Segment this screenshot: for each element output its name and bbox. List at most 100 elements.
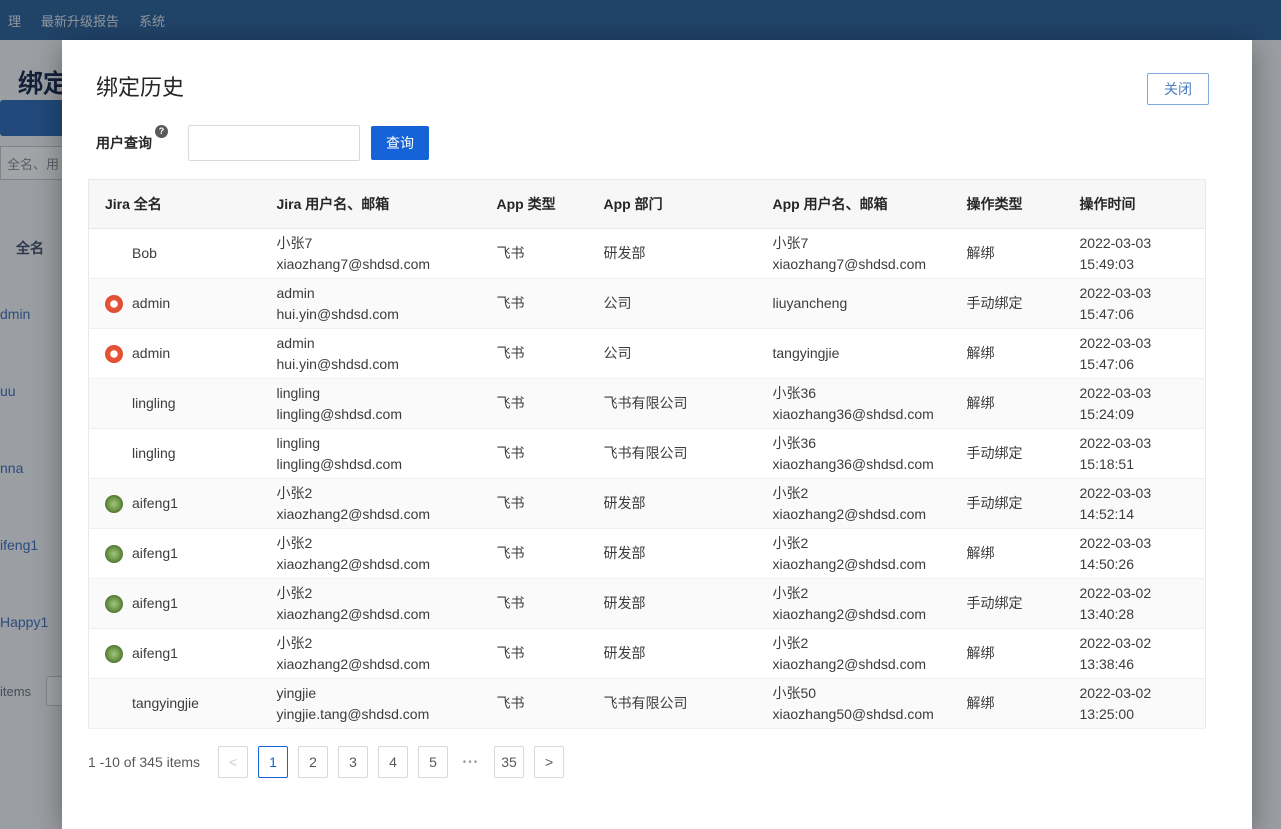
table-row: tangyingjie yingjie yingjie.tang@shdsd.c… <box>89 679 1206 729</box>
jira-username: 小张2 <box>277 583 465 604</box>
app-department: 飞书有限公司 <box>604 445 688 461</box>
page-button-5[interactable]: 5 <box>418 746 448 778</box>
user-search-label: 用户查询 <box>96 133 152 153</box>
operation-date: 2022-03-02 <box>1080 583 1190 604</box>
page-button-3[interactable]: 3 <box>338 746 368 778</box>
app-department: 研发部 <box>604 595 646 611</box>
operation-time: 15:18:51 <box>1080 454 1190 475</box>
jira-email: hui.yin@shdsd.com <box>277 304 465 325</box>
app-type: 飞书 <box>497 245 525 261</box>
col-jira-fullname: Jira 全名 <box>89 180 261 229</box>
page-button-2[interactable]: 2 <box>298 746 328 778</box>
app-type: 飞书 <box>497 645 525 661</box>
modal-title: 绑定历史 <box>96 70 184 102</box>
app-department: 研发部 <box>604 245 646 261</box>
jira-email: xiaozhang2@shdsd.com <box>277 504 465 525</box>
operation-date: 2022-03-03 <box>1080 283 1190 304</box>
operation-date: 2022-03-02 <box>1080 633 1190 654</box>
app-email: xiaozhang2@shdsd.com <box>773 554 935 575</box>
close-button[interactable]: 关闭 <box>1147 73 1209 105</box>
operation-date: 2022-03-03 <box>1080 333 1190 354</box>
app-department: 研发部 <box>604 545 646 561</box>
app-department: 公司 <box>604 295 632 311</box>
jira-email: lingling@shdsd.com <box>277 454 465 475</box>
app-username: 小张2 <box>773 633 935 654</box>
operation-type: 解绑 <box>967 695 995 711</box>
app-email: xiaozhang50@shdsd.com <box>773 704 935 725</box>
jira-fullname: admin <box>132 293 170 314</box>
app-department: 公司 <box>604 345 632 361</box>
app-email: xiaozhang36@shdsd.com <box>773 454 935 475</box>
history-table-body: Bob 小张7 xiaozhang7@shdsd.com 飞书 研发部 小张7 … <box>89 229 1206 729</box>
app-type: 飞书 <box>497 345 525 361</box>
jira-fullname: lingling <box>132 393 176 414</box>
app-type: 飞书 <box>497 545 525 561</box>
app-username: 小张2 <box>773 533 935 554</box>
binding-history-modal: 绑定历史 关闭 用户查询 ? 查询 Jira 全名 Jira 用户名、邮箱 Ap… <box>62 40 1252 829</box>
jira-email: xiaozhang2@shdsd.com <box>277 554 465 575</box>
jira-fullname: aifeng1 <box>132 543 178 564</box>
jira-email: xiaozhang7@shdsd.com <box>277 254 465 275</box>
operation-date: 2022-03-03 <box>1080 433 1190 454</box>
table-row: aifeng1 小张2 xiaozhang2@shdsd.com 飞书 研发部 … <box>89 629 1206 679</box>
jira-fullname: admin <box>132 343 170 364</box>
search-button[interactable]: 查询 <box>371 126 429 160</box>
table-row: admin admin hui.yin@shdsd.com 飞书 公司 tang… <box>89 329 1206 379</box>
operation-time: 13:25:00 <box>1080 704 1190 725</box>
col-operation-type: 操作类型 <box>951 180 1064 229</box>
page-button-4[interactable]: 4 <box>378 746 408 778</box>
col-jira-user-email: Jira 用户名、邮箱 <box>261 180 481 229</box>
jira-username: yingjie <box>277 683 465 704</box>
operation-date: 2022-03-03 <box>1080 483 1190 504</box>
page-button-35[interactable]: 35 <box>494 746 524 778</box>
operation-type: 解绑 <box>967 345 995 361</box>
operation-type: 手动绑定 <box>967 595 1023 611</box>
table-row: lingling lingling lingling@shdsd.com 飞书 … <box>89 429 1206 479</box>
jira-fullname: aifeng1 <box>132 593 178 614</box>
col-app-type: App 类型 <box>481 180 588 229</box>
col-app-department: App 部门 <box>588 180 757 229</box>
pagination-pages: 12345 <box>258 746 448 778</box>
col-operation-time: 操作时间 <box>1064 180 1206 229</box>
operation-type: 解绑 <box>967 645 995 661</box>
operation-type: 手动绑定 <box>967 295 1023 311</box>
operation-time: 13:38:46 <box>1080 654 1190 675</box>
jira-fullname: aifeng1 <box>132 493 178 514</box>
operation-type: 手动绑定 <box>967 495 1023 511</box>
app-username: 小张2 <box>773 583 935 604</box>
jira-username: lingling <box>277 433 465 454</box>
user-avatar <box>105 545 123 563</box>
jira-email: xiaozhang2@shdsd.com <box>277 654 465 675</box>
jira-fullname: tangyingjie <box>132 693 199 714</box>
help-icon[interactable]: ? <box>155 125 168 138</box>
operation-time: 15:47:06 <box>1080 354 1190 375</box>
jira-email: lingling@shdsd.com <box>277 404 465 425</box>
table-row: lingling lingling lingling@shdsd.com 飞书 … <box>89 379 1206 429</box>
app-type: 飞书 <box>497 595 525 611</box>
app-type: 飞书 <box>497 695 525 711</box>
page-button-1[interactable]: 1 <box>258 746 288 778</box>
app-username: 小张2 <box>773 483 935 504</box>
table-row: aifeng1 小张2 xiaozhang2@shdsd.com 飞书 研发部 … <box>89 579 1206 629</box>
operation-time: 15:24:09 <box>1080 404 1190 425</box>
app-type: 飞书 <box>497 295 525 311</box>
app-username: 小张50 <box>773 683 935 704</box>
pagination-summary: 1 -10 of 345 items <box>88 754 200 770</box>
app-type: 飞书 <box>497 445 525 461</box>
pagination-ellipsis[interactable]: ••• <box>458 757 484 768</box>
next-page-button[interactable]: > <box>534 746 564 778</box>
operation-type: 解绑 <box>967 545 995 561</box>
app-department: 研发部 <box>604 645 646 661</box>
user-search-input[interactable] <box>188 125 360 161</box>
prev-page-button[interactable]: < <box>218 746 248 778</box>
operation-date: 2022-03-03 <box>1080 533 1190 554</box>
operation-type: 手动绑定 <box>967 445 1023 461</box>
user-avatar <box>105 495 123 513</box>
app-email: xiaozhang7@shdsd.com <box>773 254 935 275</box>
jira-username: admin <box>277 283 465 304</box>
app-department: 飞书有限公司 <box>604 395 688 411</box>
operation-date: 2022-03-03 <box>1080 383 1190 404</box>
app-email: xiaozhang2@shdsd.com <box>773 504 935 525</box>
user-avatar <box>105 295 123 313</box>
operation-date: 2022-03-02 <box>1080 683 1190 704</box>
